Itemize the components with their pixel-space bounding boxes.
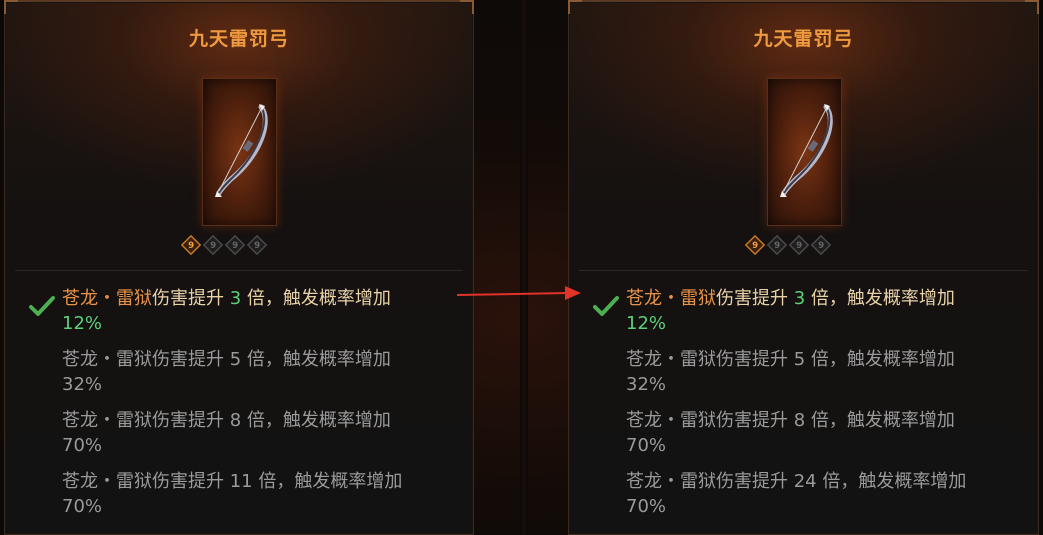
affix-option-selected[interactable]: 苍龙・雷狱伤害提升 3 倍，触发概率增加 12%: [626, 286, 1028, 336]
socket-empty-icon[interactable]: 9: [246, 234, 268, 256]
frame-corner: [460, 0, 474, 14]
bow-icon: [215, 104, 268, 197]
item-tooltip-before: 九天雷罚弓 9 9 9 9 苍龙・雷狱伤害提升 3 倍，触发概率增加 12% 苍…: [4, 0, 474, 535]
item-title: 九天雷罚弓: [753, 28, 854, 50]
affix-option[interactable]: 苍龙・雷狱伤害提升 24 倍，触发概率增加 70%: [626, 469, 1028, 519]
socket-empty-icon[interactable]: 9: [224, 234, 246, 256]
frame-corner: [4, 0, 18, 14]
socket-filled-icon[interactable]: 9: [744, 234, 766, 256]
checkmark-icon: [593, 296, 619, 316]
socket-row: 9 9 9 9: [180, 234, 268, 256]
bow-icon: [780, 104, 833, 197]
item-tooltip-after: 九天雷罚弓 9 9 9 9 苍龙・雷狱伤害提升 3 倍，触发概率增加 12% 苍…: [568, 0, 1039, 535]
panel-gap: [520, 0, 528, 535]
affix-option[interactable]: 苍龙・雷狱伤害提升 5 倍，触发概率增加 32%: [62, 347, 463, 397]
frame-corner: [1025, 0, 1039, 14]
socket-empty-icon[interactable]: 9: [766, 234, 788, 256]
socket-row: 9 9 9 9: [744, 234, 832, 256]
affix-list: 苍龙・雷狱伤害提升 3 倍，触发概率增加 12% 苍龙・雷狱伤害提升 5 倍，触发…: [62, 286, 463, 530]
red-arrow-icon: [457, 286, 581, 300]
affix-option-selected[interactable]: 苍龙・雷狱伤害提升 3 倍，触发概率增加 12%: [62, 286, 463, 336]
item-icon-frame[interactable]: [767, 78, 842, 226]
comparison-screen: 九天雷罚弓 9 9 9 9 苍龙・雷狱伤害提升 3 倍，触发概率增加 12% 苍…: [0, 0, 1043, 535]
divider: [579, 270, 1028, 271]
socket-filled-icon[interactable]: 9: [180, 234, 202, 256]
affix-option[interactable]: 苍龙・雷狱伤害提升 8 倍，触发概率增加 70%: [626, 408, 1028, 458]
affix-option[interactable]: 苍龙・雷狱伤害提升 11 倍，触发概率增加 70%: [62, 469, 463, 519]
frame-corner: [568, 0, 582, 14]
socket-empty-icon[interactable]: 9: [788, 234, 810, 256]
affix-list: 苍龙・雷狱伤害提升 3 倍，触发概率增加 12% 苍龙・雷狱伤害提升 5 倍，触发…: [626, 286, 1028, 530]
affix-option[interactable]: 苍龙・雷狱伤害提升 5 倍，触发概率增加 32%: [626, 347, 1028, 397]
divider: [15, 270, 463, 271]
affix-option[interactable]: 苍龙・雷狱伤害提升 8 倍，触发概率增加 70%: [62, 408, 463, 458]
socket-empty-icon[interactable]: 9: [810, 234, 832, 256]
item-title: 九天雷罚弓: [188, 28, 289, 50]
checkmark-icon: [29, 296, 55, 316]
item-icon-frame[interactable]: [202, 78, 277, 226]
socket-empty-icon[interactable]: 9: [202, 234, 224, 256]
